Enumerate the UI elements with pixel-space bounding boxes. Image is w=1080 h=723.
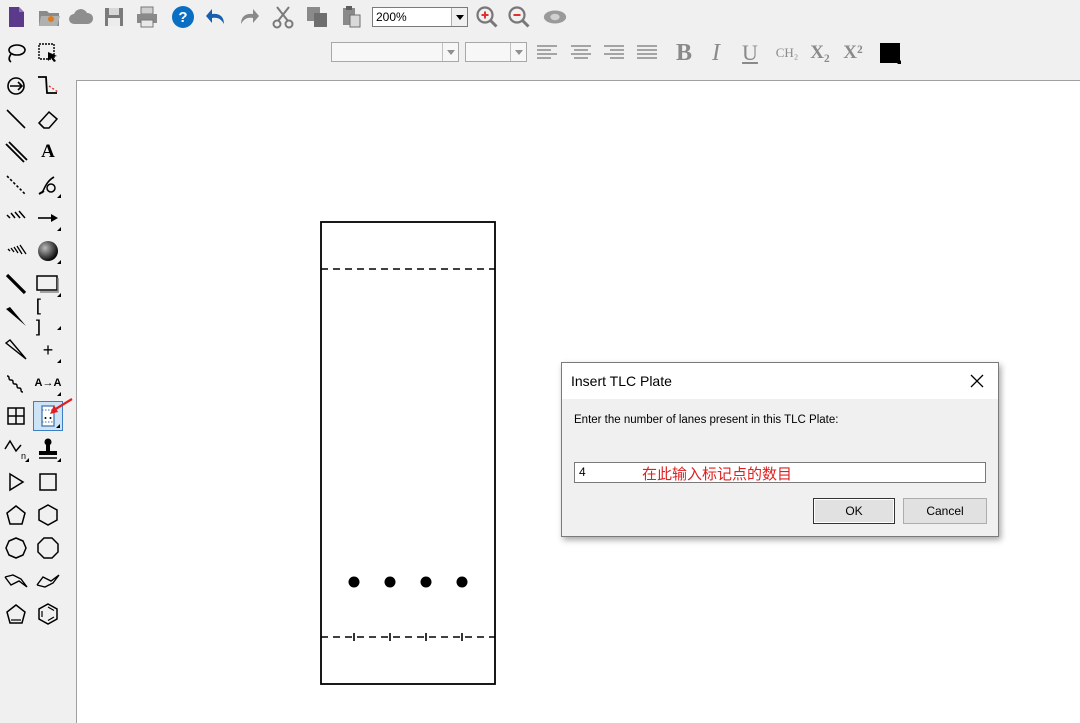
octagon-ring-icon[interactable] — [33, 533, 63, 563]
superscript-button[interactable]: X² — [838, 40, 868, 66]
tool-palette: A [ ] + A→A n — [0, 38, 73, 723]
chevron-down-icon[interactable] — [510, 43, 526, 61]
zoom-value: 200% — [376, 10, 407, 24]
solid-bond-icon[interactable] — [1, 104, 31, 134]
italic-button[interactable]: I — [704, 40, 728, 66]
chair-cyclohexane-alt-icon[interactable] — [33, 566, 63, 596]
orbital-icon[interactable] — [33, 236, 63, 266]
plus-label: + — [42, 339, 54, 360]
rectangle-tool-icon[interactable] — [33, 269, 63, 299]
cut-icon[interactable] — [270, 4, 296, 30]
align-left-icon[interactable] — [534, 40, 560, 66]
chair-cyclohexane-icon[interactable] — [1, 566, 31, 596]
tlc-plate-outline — [320, 221, 496, 685]
close-icon[interactable] — [964, 369, 990, 393]
font-family-select[interactable] — [331, 42, 459, 62]
double-bond-icon[interactable] — [1, 137, 31, 167]
dialog-title: Insert TLC Plate — [571, 373, 672, 389]
main-toolbar: ? 200% — [0, 0, 1080, 34]
chevron-down-icon[interactable] — [451, 8, 467, 26]
help-icon[interactable]: ? — [170, 4, 196, 30]
paste-icon[interactable] — [338, 4, 364, 30]
lasso-icon[interactable] — [1, 38, 31, 68]
copy-icon[interactable] — [304, 4, 330, 30]
red-annotation: 在此输入标记点的数目 — [642, 465, 793, 483]
hashed-bond-icon[interactable] — [1, 203, 31, 233]
eraser-icon[interactable] — [33, 104, 63, 134]
underline-button[interactable]: U — [737, 40, 763, 66]
heptagon-ring-icon[interactable] — [1, 533, 31, 563]
chevron-down-icon[interactable] — [442, 43, 458, 61]
atom-mapping-icon[interactable]: A→A — [33, 368, 63, 398]
rotate-icon[interactable] — [1, 71, 31, 101]
subscript-button[interactable]: X₂ — [805, 40, 835, 66]
bold-button[interactable]: B — [671, 40, 697, 66]
dialog-titlebar[interactable]: Insert TLC Plate — [562, 363, 998, 399]
hashed-wedge-icon[interactable] — [1, 236, 31, 266]
open-icon[interactable] — [36, 4, 62, 30]
brackets-tool-icon[interactable]: [ ] — [33, 296, 63, 338]
justify-icon[interactable] — [634, 40, 660, 66]
zoom-out-icon[interactable] — [506, 4, 532, 30]
ok-button[interactable]: OK — [813, 498, 895, 524]
hollow-wedge-icon[interactable] — [1, 335, 31, 365]
cloud-icon[interactable] — [68, 4, 94, 30]
wavy-bond-icon[interactable] — [1, 368, 31, 398]
marquee-select-icon[interactable] — [33, 38, 63, 68]
arrow-tool-icon[interactable] — [33, 203, 63, 233]
show-all-icon[interactable] — [542, 4, 568, 30]
mapping-label: A→A — [34, 377, 62, 389]
red-pointer-arrow-icon — [50, 398, 73, 414]
zoom-select[interactable]: 200% — [372, 7, 468, 27]
tlc-spot — [384, 576, 396, 588]
cancel-button[interactable]: Cancel — [903, 498, 987, 524]
bond-chain-icon[interactable] — [33, 71, 63, 101]
print-icon[interactable] — [134, 4, 160, 30]
charge-tool-icon[interactable]: + — [33, 335, 63, 365]
tlc-plate-tool-icon[interactable] — [33, 398, 73, 431]
pentagon-ring-icon[interactable] — [1, 500, 31, 530]
insert-tlc-plate-dialog: Insert TLC Plate Enter the number of lan… — [561, 362, 999, 537]
cyclopentadiene-icon[interactable] — [1, 599, 31, 629]
zoom-in-icon[interactable] — [474, 4, 500, 30]
undo-icon[interactable] — [203, 4, 229, 30]
font-size-select[interactable] — [465, 42, 527, 62]
tlc-spot — [420, 576, 432, 588]
svg-text:?: ? — [178, 9, 187, 26]
wedge-bond-icon[interactable] — [1, 302, 31, 332]
benzene-ring-icon[interactable] — [33, 599, 63, 629]
format-toolbar: B I U CH₂ X₂ X² — [0, 34, 1080, 72]
text-tool-label: A — [41, 141, 55, 162]
brackets-label: [ ] — [33, 296, 44, 338]
template-stamp-icon[interactable] — [33, 434, 63, 464]
polymer-chain-icon[interactable]: n — [1, 434, 31, 464]
chemical-formula-button[interactable]: CH₂ — [770, 40, 804, 66]
text-tool-icon[interactable]: A — [33, 137, 63, 167]
align-center-icon[interactable] — [568, 40, 594, 66]
square-ring-icon[interactable] — [33, 467, 63, 497]
dialog-prompt: Enter the number of lanes present in thi… — [574, 414, 839, 426]
bold-bond-icon[interactable] — [1, 269, 31, 299]
text-color-button[interactable] — [876, 40, 904, 66]
dashed-bond-icon[interactable] — [1, 170, 31, 200]
save-icon[interactable] — [101, 4, 127, 30]
new-document-icon[interactable] — [3, 4, 29, 30]
table-tool-icon[interactable] — [1, 401, 31, 431]
redo-icon[interactable] — [236, 4, 262, 30]
hexagon-ring-icon[interactable] — [33, 500, 63, 530]
triangle-ring-icon[interactable] — [1, 467, 31, 497]
tlc-spot — [348, 576, 360, 588]
align-right-icon[interactable] — [601, 40, 627, 66]
tlc-spot — [456, 576, 468, 588]
pen-tool-icon[interactable] — [33, 170, 63, 200]
